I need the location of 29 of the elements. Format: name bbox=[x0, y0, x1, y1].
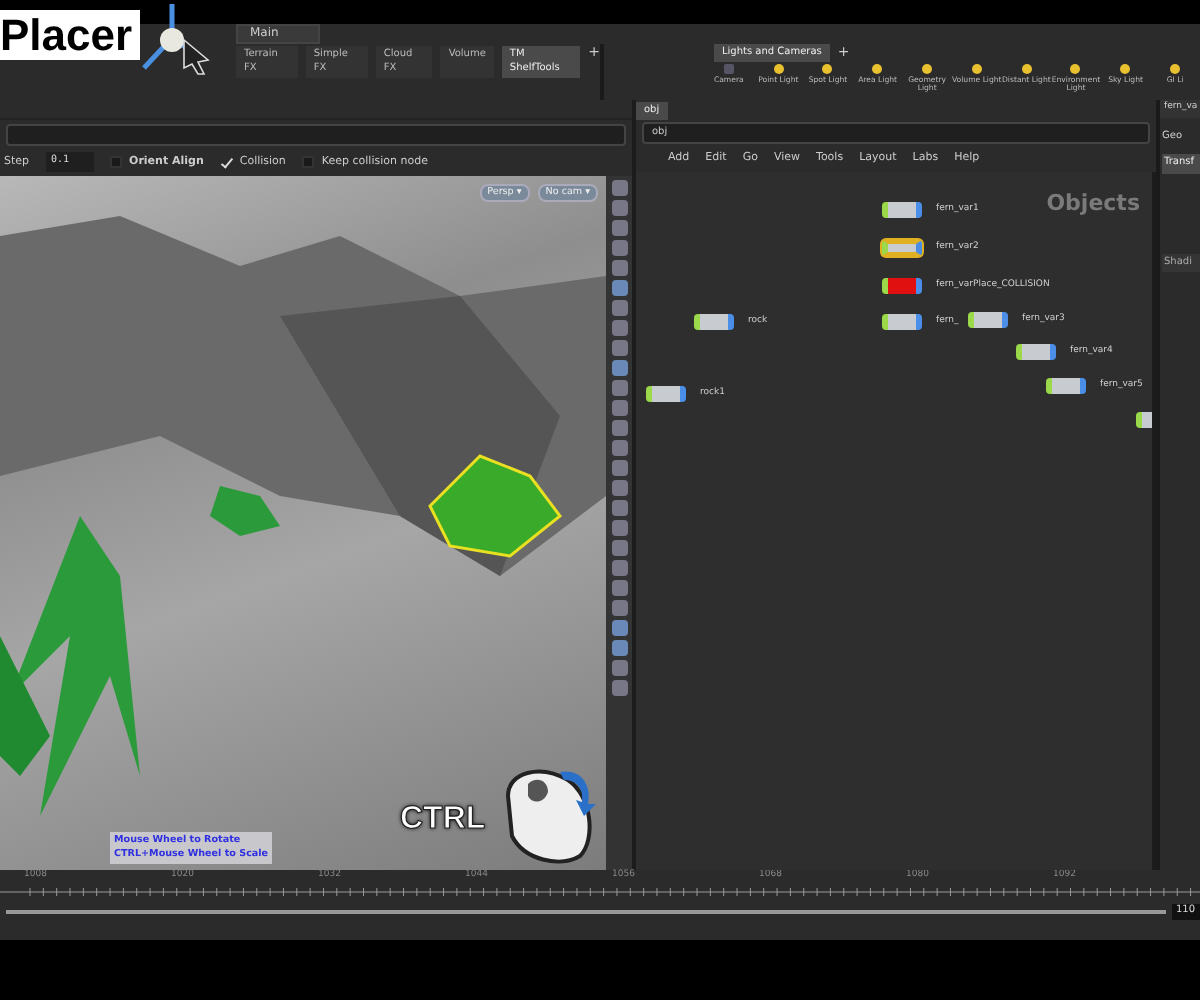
light-icon[interactable] bbox=[822, 64, 833, 74]
network-node[interactable] bbox=[694, 314, 734, 330]
light-icon[interactable] bbox=[872, 64, 883, 74]
path-field[interactable] bbox=[6, 123, 626, 145]
fern-drawing bbox=[210, 486, 280, 536]
network-node[interactable] bbox=[882, 202, 922, 218]
camera-icon[interactable] bbox=[723, 64, 734, 74]
light-icon[interactable] bbox=[1120, 64, 1131, 74]
network-node[interactable] bbox=[646, 386, 686, 402]
fern-drawing bbox=[428, 454, 563, 558]
light-icon[interactable] bbox=[1021, 64, 1032, 74]
network-node[interactable] bbox=[1046, 378, 1086, 394]
light-icon[interactable] bbox=[773, 64, 784, 74]
light-icon[interactable] bbox=[1070, 64, 1081, 74]
light-icon[interactable] bbox=[971, 64, 982, 74]
checkbox[interactable] bbox=[219, 156, 232, 168]
light-icon[interactable] bbox=[1170, 64, 1181, 74]
light-icon[interactable] bbox=[922, 64, 933, 74]
checkbox[interactable] bbox=[109, 156, 122, 168]
network-node[interactable] bbox=[882, 278, 922, 294]
context-label: Objects bbox=[1046, 188, 1140, 220]
network-node[interactable] bbox=[1136, 412, 1152, 428]
title-label: Placer bbox=[0, 10, 141, 60]
checkbox[interactable] bbox=[301, 156, 314, 168]
network-node[interactable] bbox=[1016, 344, 1056, 360]
network-node[interactable] bbox=[882, 240, 922, 256]
key-hint-label: CTRL bbox=[400, 800, 486, 840]
network-node[interactable] bbox=[882, 314, 922, 330]
network-node[interactable] bbox=[968, 312, 1008, 328]
